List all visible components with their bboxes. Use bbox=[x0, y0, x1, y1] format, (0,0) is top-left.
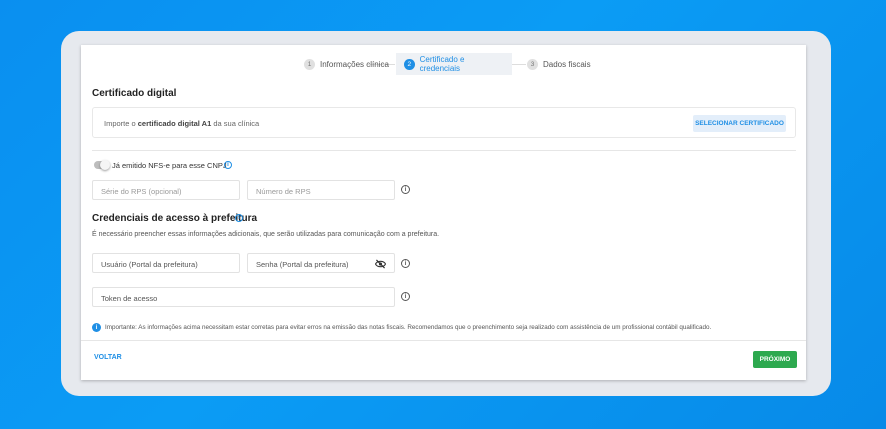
numero-rps-field bbox=[247, 180, 395, 201]
section-title-credenciais: Credenciais de acesso à prefeitura bbox=[92, 213, 258, 224]
select-certificate-button[interactable]: SELECIONAR CERTIFICADO bbox=[693, 115, 786, 132]
certificate-text-prefix: Importe o bbox=[104, 119, 138, 128]
info-icon[interactable]: i bbox=[224, 161, 232, 169]
section-title-certificado: Certificado digital bbox=[92, 88, 177, 99]
numero-rps-input[interactable] bbox=[248, 182, 394, 201]
wizard-card: 1 Informações clínica 2 Certificado e cr… bbox=[81, 45, 806, 380]
step-dados-fiscais[interactable]: 3 Dados fiscais bbox=[519, 53, 599, 75]
usuario-input[interactable] bbox=[93, 255, 239, 274]
token-input[interactable] bbox=[93, 289, 394, 308]
info-icon[interactable]: i bbox=[401, 292, 410, 301]
certificate-text-bold: certificado digital A1 bbox=[137, 119, 212, 128]
nfse-toggle-label: Já emitido NFS-e para esse CNPJ bbox=[112, 161, 227, 170]
section-divider bbox=[92, 150, 796, 151]
token-field bbox=[92, 287, 395, 308]
footer-divider bbox=[81, 340, 806, 341]
step-label: Informações clínica bbox=[320, 59, 389, 69]
info-icon[interactable]: i bbox=[235, 214, 243, 222]
info-icon[interactable]: i bbox=[401, 259, 410, 268]
certificate-box: Importe o certificado digital A1 da sua … bbox=[92, 107, 796, 138]
certificate-instruction: Importe o certificado digital A1 da sua … bbox=[104, 119, 259, 128]
nfse-toggle[interactable] bbox=[94, 160, 110, 170]
step-number: 2 bbox=[404, 58, 415, 70]
step-label: Certificado e credenciais bbox=[419, 55, 465, 73]
next-button[interactable]: PRÓXIMO bbox=[753, 351, 797, 368]
usuario-field bbox=[92, 253, 240, 274]
senha-input[interactable] bbox=[248, 255, 394, 274]
important-note: Importante: As informações acima necessi… bbox=[105, 324, 712, 331]
step-informacoes-clinica[interactable]: 1 Informações clínica bbox=[296, 53, 397, 75]
eye-off-icon[interactable] bbox=[375, 259, 386, 269]
info-icon[interactable]: i bbox=[401, 185, 410, 194]
step-label: Dados fiscais bbox=[543, 59, 591, 69]
back-button[interactable]: VOLTAR bbox=[94, 354, 122, 361]
senha-field bbox=[247, 253, 395, 274]
step-number: 1 bbox=[304, 58, 315, 70]
step-number: 3 bbox=[527, 58, 538, 70]
serie-rps-input[interactable] bbox=[93, 182, 239, 201]
important-info-icon: i bbox=[92, 323, 101, 332]
serie-rps-field bbox=[92, 180, 240, 201]
certificate-text-suffix: da sua clínica bbox=[211, 119, 260, 128]
credenciais-description: É necessário preencher essas informações… bbox=[92, 231, 440, 238]
step-certificado-credenciais[interactable]: 2 Certificado e credenciais bbox=[396, 53, 512, 75]
